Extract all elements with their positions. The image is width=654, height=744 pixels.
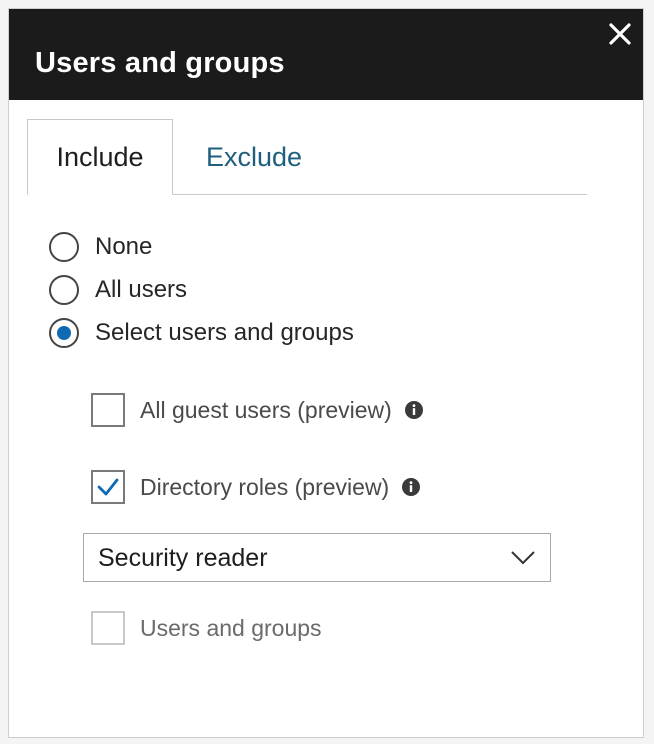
close-icon: [609, 23, 631, 45]
chevron-down-icon: [511, 551, 535, 565]
radio-label: None: [95, 233, 153, 260]
radio-button[interactable]: [49, 275, 79, 305]
close-button[interactable]: [605, 19, 635, 49]
radio-label: All users: [95, 276, 188, 303]
directory-roles-option[interactable]: Directory roles (preview): [91, 469, 421, 505]
radio-button[interactable]: [49, 232, 79, 262]
users-and-groups-panel: Users and groups Include Exclude None Al…: [8, 8, 644, 738]
radio-button[interactable]: [49, 318, 79, 348]
radio-none[interactable]: None: [49, 230, 152, 264]
all-guest-users-label: All guest users (preview): [140, 396, 392, 423]
directory-role-dropdown[interactable]: Security reader: [83, 533, 551, 582]
checkmark-icon: [97, 478, 119, 496]
radio-select-users-and-groups[interactable]: Select users and groups: [49, 316, 354, 350]
panel-header: Users and groups: [9, 9, 643, 100]
info-icon[interactable]: [404, 400, 424, 420]
users-and-groups-option[interactable]: Users and groups: [91, 610, 322, 646]
info-icon[interactable]: [401, 477, 421, 497]
users-and-groups-checkbox[interactable]: [91, 611, 125, 645]
directory-roles-checkbox[interactable]: [91, 470, 125, 504]
radio-selected-dot: [57, 326, 71, 340]
directory-roles-label: Directory roles (preview): [140, 473, 390, 500]
radio-label: Select users and groups: [95, 319, 354, 346]
all-guest-users-checkbox[interactable]: [91, 393, 125, 427]
users-and-groups-label: Users and groups: [140, 614, 322, 641]
tab-exclude[interactable]: Exclude: [179, 119, 329, 195]
radio-all-users[interactable]: All users: [49, 273, 187, 307]
dropdown-selected-value: Security reader: [98, 544, 268, 572]
tab-include[interactable]: Include: [27, 119, 173, 195]
all-guest-users-option[interactable]: All guest users (preview): [91, 392, 424, 428]
panel-title: Users and groups: [35, 47, 285, 79]
